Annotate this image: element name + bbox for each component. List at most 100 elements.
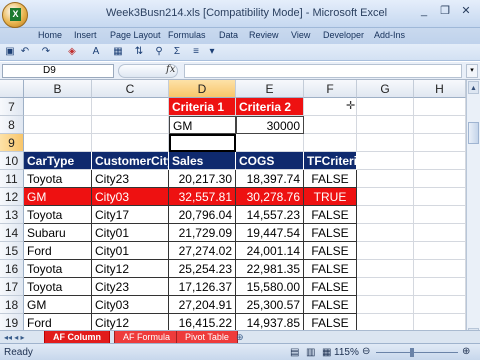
cell-g17[interactable] <box>357 278 414 296</box>
cell-g7[interactable] <box>357 98 414 116</box>
cell-g13[interactable] <box>357 206 414 224</box>
filter-icon[interactable]: ⚲ <box>153 46 165 58</box>
redo-icon[interactable]: ↷ <box>40 46 52 58</box>
page-break-view-icon[interactable]: ▦ <box>322 347 331 358</box>
cell-d8[interactable]: GM <box>169 116 236 134</box>
cell-h12[interactable] <box>414 188 466 206</box>
column-header-d[interactable]: D <box>169 80 236 98</box>
cell-b12[interactable]: GM <box>24 188 92 206</box>
minimize-button[interactable]: _ <box>414 3 434 19</box>
cell-d16[interactable]: 25,254.23 <box>169 260 236 278</box>
column-header-e[interactable]: E <box>236 80 304 98</box>
cell-e10[interactable]: COGS <box>236 152 304 170</box>
cell-b9[interactable] <box>24 134 92 152</box>
cell-f8[interactable] <box>304 116 357 134</box>
cell-f16[interactable]: FALSE <box>304 260 357 278</box>
cell-d13[interactable]: 20,796.04 <box>169 206 236 224</box>
cell-e12[interactable]: 30,278.76 <box>236 188 304 206</box>
row-header-14[interactable]: 14 <box>0 224 24 242</box>
cell-g9[interactable] <box>357 134 414 152</box>
cell-c9[interactable] <box>92 134 169 152</box>
cell-f13[interactable]: FALSE <box>304 206 357 224</box>
tab-review[interactable]: Review <box>249 30 279 40</box>
column-header-f[interactable]: F <box>304 80 357 98</box>
cell-h10[interactable] <box>414 152 466 170</box>
cell-b14[interactable]: Subaru <box>24 224 92 242</box>
cell-g12[interactable] <box>357 188 414 206</box>
cell-f14[interactable]: FALSE <box>304 224 357 242</box>
cell-d12[interactable]: 32,557.81 <box>169 188 236 206</box>
tab-page-layout[interactable]: Page Layout <box>110 30 161 40</box>
customize-toolbar-icon[interactable]: ▾ <box>206 46 218 58</box>
cell-c15[interactable]: City01 <box>92 242 169 260</box>
tab-add-ins[interactable]: Add-Ins <box>374 30 405 40</box>
zoom-out-icon[interactable]: ⊖ <box>362 346 370 357</box>
cell-c11[interactable]: City23 <box>92 170 169 188</box>
cell-h7[interactable] <box>414 98 466 116</box>
cell-d17[interactable]: 17,126.37 <box>169 278 236 296</box>
cell-c8[interactable] <box>92 116 169 134</box>
cell-e17[interactable]: 15,580.00 <box>236 278 304 296</box>
tab-view[interactable]: View <box>291 30 310 40</box>
row-header-9[interactable]: 9 <box>0 134 24 152</box>
cell-e11[interactable]: 18,397.74 <box>236 170 304 188</box>
cell-g16[interactable] <box>357 260 414 278</box>
zoom-slider-thumb[interactable] <box>410 348 414 357</box>
cell-h16[interactable] <box>414 260 466 278</box>
row-header-17[interactable]: 17 <box>0 278 24 296</box>
scroll-thumb[interactable] <box>468 122 479 144</box>
cell-e8[interactable]: 30000 <box>236 116 304 134</box>
row-header-12[interactable]: 12 <box>0 188 24 206</box>
tab-developer[interactable]: Developer <box>323 30 364 40</box>
font-color-icon[interactable]: A <box>90 46 102 58</box>
cell-d18[interactable]: 27,204.91 <box>169 296 236 314</box>
office-button[interactable]: X <box>2 2 28 28</box>
expand-formula-bar-button[interactable]: ▾ <box>466 64 478 78</box>
normal-view-icon[interactable]: ▤ <box>290 347 299 358</box>
cell-b10[interactable]: CarType <box>24 152 92 170</box>
cell-d9[interactable] <box>169 134 236 152</box>
cell-e9[interactable] <box>236 134 304 152</box>
cell-c10[interactable]: CustomerCity <box>92 152 169 170</box>
cell-c17[interactable]: City23 <box>92 278 169 296</box>
tab-home[interactable]: Home <box>38 30 62 40</box>
fill-color-icon[interactable]: ◈ <box>66 46 78 58</box>
cell-b18[interactable]: GM <box>24 296 92 314</box>
vertical-scrollbar[interactable]: ▲ ▼ <box>466 80 480 342</box>
cell-e15[interactable]: 24,001.14 <box>236 242 304 260</box>
name-box[interactable]: D9 <box>2 64 114 78</box>
cell-e13[interactable]: 14,557.23 <box>236 206 304 224</box>
cell-h8[interactable] <box>414 116 466 134</box>
tab-data[interactable]: Data <box>219 30 238 40</box>
undo-icon[interactable]: ↶ <box>19 46 31 58</box>
formula-input[interactable] <box>184 64 462 78</box>
column-header-c[interactable]: C <box>92 80 169 98</box>
cell-d15[interactable]: 27,274.02 <box>169 242 236 260</box>
cell-c13[interactable]: City17 <box>92 206 169 224</box>
sum-icon[interactable]: Σ <box>171 46 183 58</box>
row-header-18[interactable]: 18 <box>0 296 24 314</box>
cell-d14[interactable]: 21,729.09 <box>169 224 236 242</box>
sort-icon[interactable]: ⇅ <box>133 46 145 58</box>
cell-d10[interactable]: Sales <box>169 152 236 170</box>
row-header-8[interactable]: 8 <box>0 116 24 134</box>
tab-insert[interactable]: Insert <box>74 30 97 40</box>
cell-c18[interactable]: City03 <box>92 296 169 314</box>
column-header-g[interactable]: G <box>357 80 414 98</box>
zoom-level[interactable]: 115% <box>334 347 359 358</box>
cell-e7[interactable]: Criteria 2 <box>236 98 304 116</box>
cell-b16[interactable]: Toyota <box>24 260 92 278</box>
row-header-11[interactable]: 11 <box>0 170 24 188</box>
cell-f11[interactable]: FALSE <box>304 170 357 188</box>
cell-c14[interactable]: City01 <box>92 224 169 242</box>
restore-button[interactable]: ❐ <box>435 3 455 19</box>
row-header-7[interactable]: 7 <box>0 98 24 116</box>
cell-b11[interactable]: Toyota <box>24 170 92 188</box>
zoom-in-icon[interactable]: ⊕ <box>462 346 470 357</box>
page-layout-view-icon[interactable]: ▥ <box>306 347 315 358</box>
borders-icon[interactable]: ▦ <box>112 46 124 58</box>
row-header-15[interactable]: 15 <box>0 242 24 260</box>
cell-h18[interactable] <box>414 296 466 314</box>
cell-h17[interactable] <box>414 278 466 296</box>
row-header-16[interactable]: 16 <box>0 260 24 278</box>
